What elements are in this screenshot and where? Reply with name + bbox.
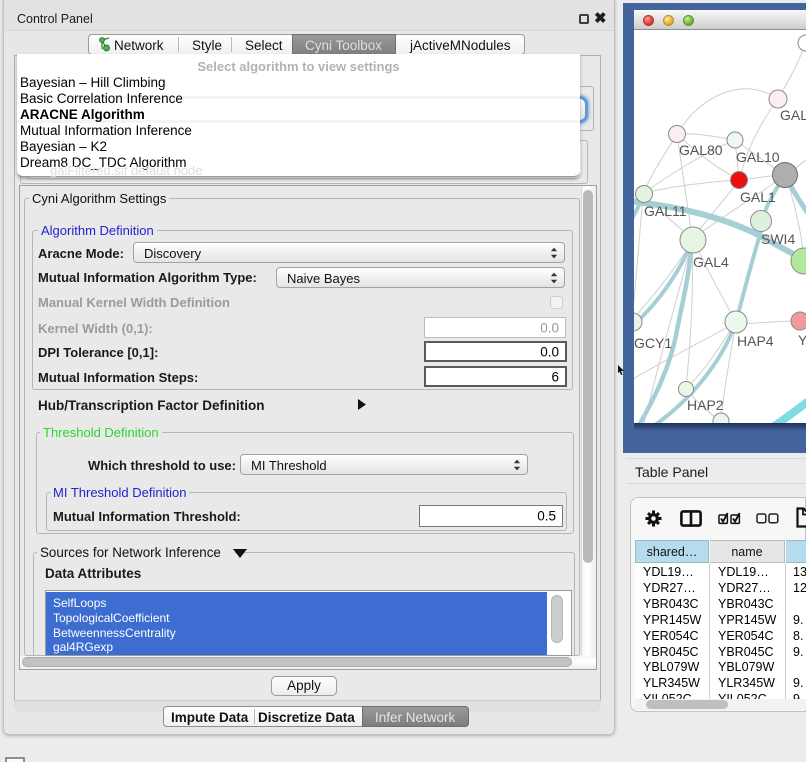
- svg-text:HAP2: HAP2: [687, 397, 724, 413]
- svg-text:GAL: GAL: [780, 107, 806, 123]
- svg-text:GAL10: GAL10: [736, 149, 780, 165]
- svg-text:SWI4: SWI4: [761, 231, 795, 247]
- svg-text:Y: Y: [798, 332, 806, 348]
- svg-text:GAL4: GAL4: [693, 254, 729, 270]
- svg-text:GAL11: GAL11: [644, 203, 687, 219]
- svg-text:HAP4: HAP4: [737, 333, 774, 349]
- svg-text:GAL80: GAL80: [679, 142, 723, 158]
- svg-text:GCY1: GCY1: [634, 335, 672, 351]
- svg-text:GAL1: GAL1: [740, 189, 776, 205]
